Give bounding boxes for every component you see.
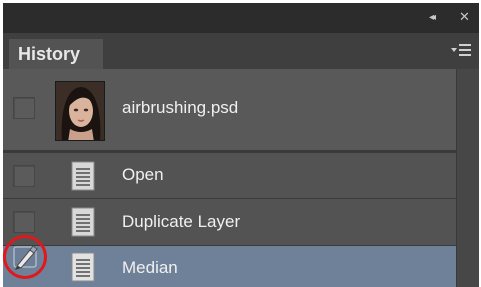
collapse-panel-button[interactable]: ◂◂ (429, 10, 436, 26)
snapshot-source-checkbox[interactable] (13, 97, 35, 119)
history-state-duplicate-layer[interactable]: Duplicate Layer (3, 199, 456, 246)
history-state-open[interactable]: Open (3, 153, 456, 199)
history-state-label: Median (122, 258, 178, 277)
tab-history[interactable]: History (9, 39, 103, 69)
history-list: airbrushing.psd Open Duplicate Layer Med… (3, 69, 456, 287)
history-source-checkbox[interactable] (13, 211, 35, 233)
history-source-checkbox[interactable] (13, 165, 35, 187)
history-state-label: Duplicate Layer (122, 212, 241, 231)
document-icon (71, 161, 95, 191)
history-brush-icon (13, 245, 38, 270)
history-state-median[interactable]: Median (3, 246, 456, 287)
snapshot-label: airbrushing.psd (122, 98, 239, 117)
close-panel-button[interactable]: ✕ (459, 10, 470, 26)
history-panel: ◂◂ ✕ History airbrushing.psd Open Duplic… (3, 3, 479, 287)
panel-menu-icon[interactable] (451, 43, 475, 59)
panel-tab-bar: History (3, 33, 479, 69)
history-scrollbar[interactable] (456, 69, 479, 287)
history-state-label: Open (122, 165, 164, 184)
portrait-thumbnail (55, 81, 105, 141)
document-icon (71, 252, 95, 282)
panel-titlebar[interactable]: ◂◂ ✕ (3, 3, 479, 33)
document-icon (71, 207, 95, 237)
tab-history-label: History (18, 44, 81, 64)
history-brush-source-toggle[interactable] (3, 235, 47, 279)
snapshot-row[interactable]: airbrushing.psd (3, 69, 456, 151)
